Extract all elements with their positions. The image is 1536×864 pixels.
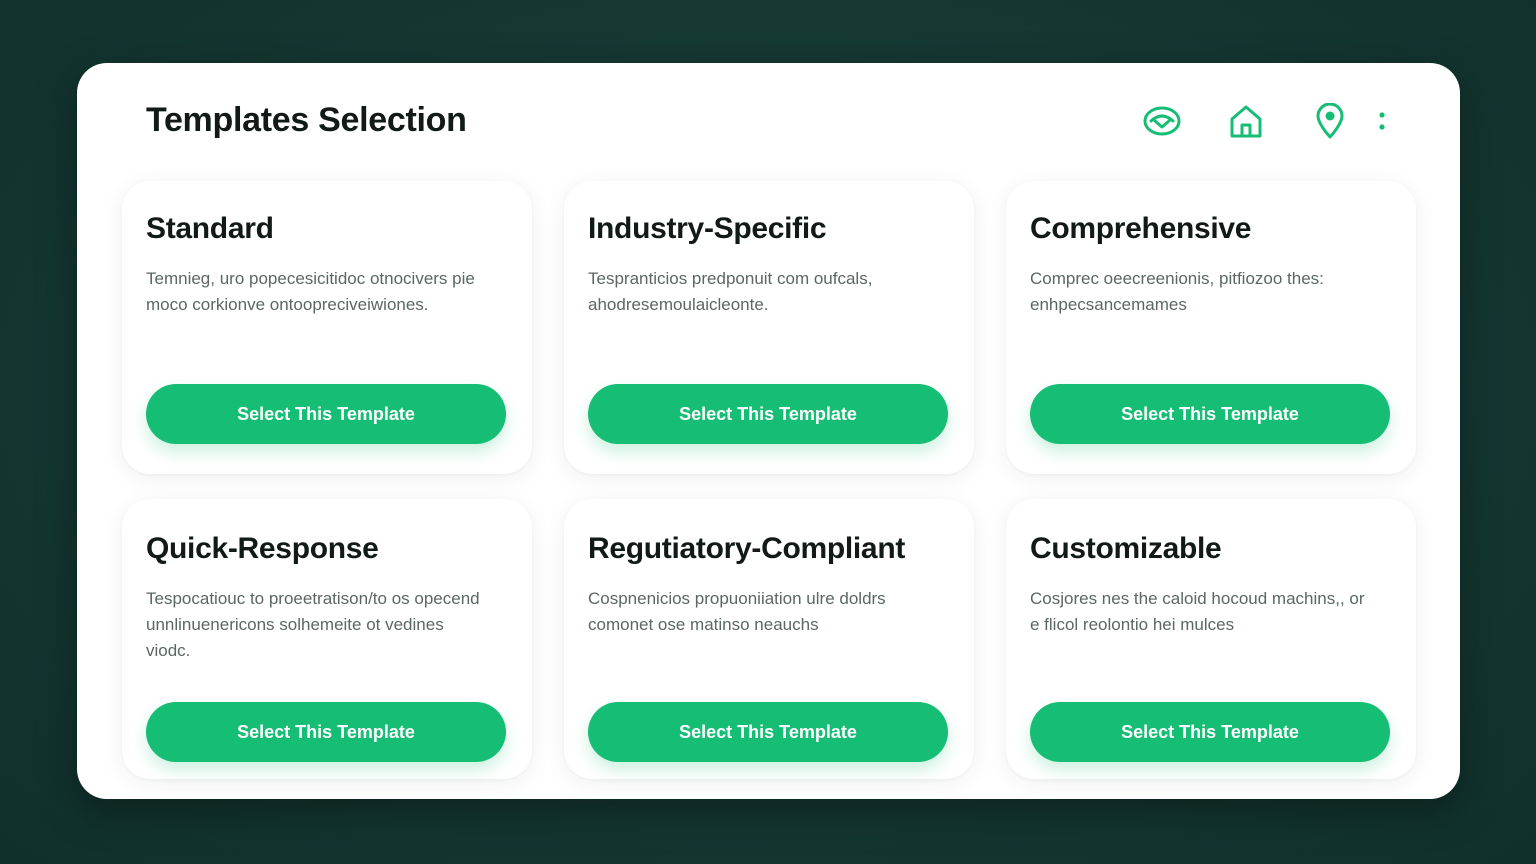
select-template-button[interactable]: Select This Template xyxy=(146,702,506,762)
card-title: Industry-Specific xyxy=(588,212,827,245)
select-template-button[interactable]: Select This Template xyxy=(588,384,948,444)
card-description: Temnieg, uro popecesicitidoc otnocivers … xyxy=(146,269,475,314)
card-title: Quick-Response xyxy=(146,532,379,565)
card-title: Regutiatory-Compliant xyxy=(588,532,906,565)
card-title: Standard xyxy=(146,212,274,245)
templates-panel: Templates Selection Standard Temnieg, ur… xyxy=(77,63,1460,799)
template-card-comprehensive: Comprehensive Comprec oeecreenionis, pit… xyxy=(1006,181,1416,474)
home-button[interactable] xyxy=(1224,101,1268,141)
location-pin-icon xyxy=(1315,103,1345,139)
card-title: Customizable xyxy=(1030,532,1222,565)
select-template-button[interactable]: Select This Template xyxy=(1030,384,1390,444)
template-card-customizable: Customizable Cosjores nes the caloid hoc… xyxy=(1006,499,1416,779)
eye-badge-icon xyxy=(1142,105,1182,137)
card-description: Comprec oeecreenionis, pitfiozoo thes: e… xyxy=(1030,269,1324,314)
more-vertical-icon xyxy=(1378,111,1386,131)
select-template-button[interactable]: Select This Template xyxy=(1030,702,1390,762)
eye-badge-button[interactable] xyxy=(1140,101,1184,141)
template-card-standard: Standard Temnieg, uro popecesicitidoc ot… xyxy=(122,181,532,474)
location-button[interactable] xyxy=(1308,101,1352,141)
template-card-industry-specific: Industry-Specific Tespranticios predponu… xyxy=(564,181,974,474)
more-options-button[interactable] xyxy=(1374,101,1390,141)
template-card-quick-response: Quick-Response Tespocatiouc to proeetrat… xyxy=(122,499,532,779)
select-template-button[interactable]: Select This Template xyxy=(146,384,506,444)
header-toolbar xyxy=(1140,101,1390,141)
card-description: Cospnenicios propuoniiation ulre doldrs … xyxy=(588,589,886,634)
card-description: Tespocatiouc to proeetratison/to os opec… xyxy=(146,589,480,660)
home-icon xyxy=(1228,103,1264,139)
template-card-regulatory-compliant: Regutiatory-Compliant Cospnenicios propu… xyxy=(564,499,974,779)
page-title: Templates Selection xyxy=(146,101,467,139)
select-template-button[interactable]: Select This Template xyxy=(588,702,948,762)
card-title: Comprehensive xyxy=(1030,212,1252,245)
card-description: Cosjores nes the caloid hocoud machins,,… xyxy=(1030,589,1365,634)
template-grid: Standard Temnieg, uro popecesicitidoc ot… xyxy=(122,181,1418,779)
card-description: Tespranticios predponuit com oufcals, ah… xyxy=(588,269,873,314)
